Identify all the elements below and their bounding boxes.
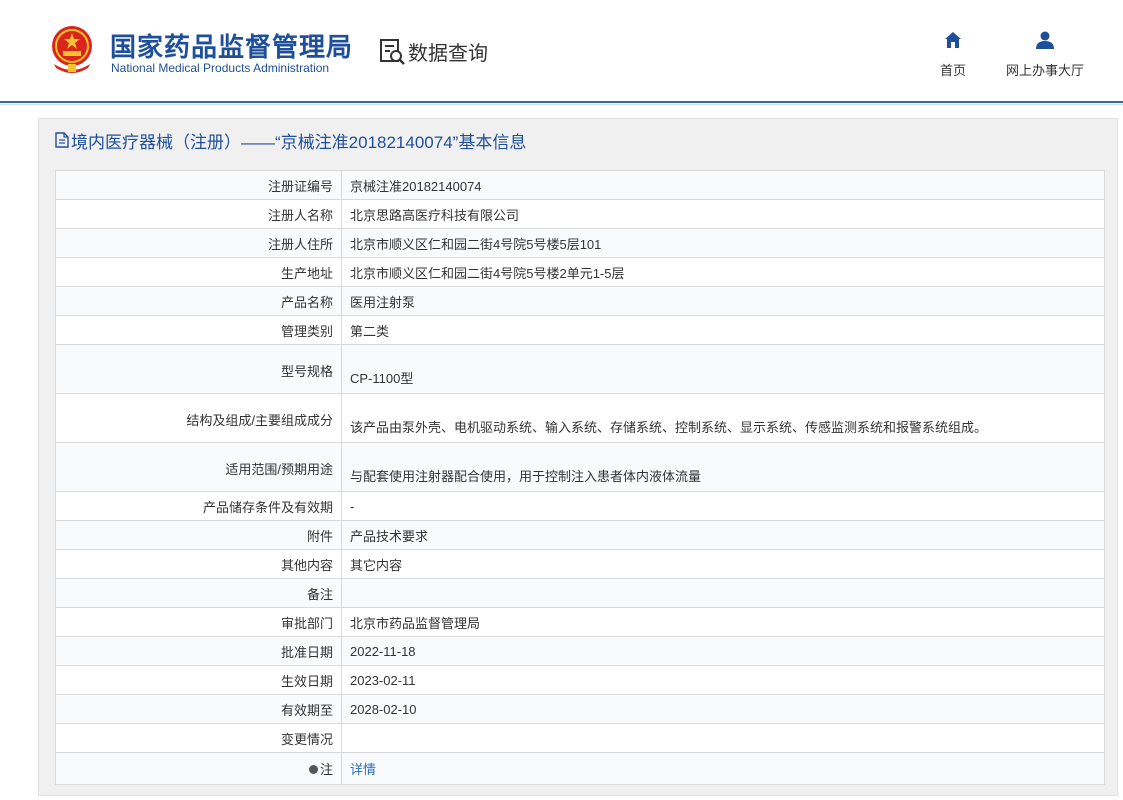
table-row: 生效日期 2023-02-11 xyxy=(55,665,1105,695)
table-row: 管理类别 第二类 xyxy=(55,315,1105,345)
row-key: 生效日期 xyxy=(55,665,342,695)
row-value: 北京思路高医疗科技有限公司 xyxy=(341,199,1105,229)
table-row: 有效期至 2028-02-10 xyxy=(55,694,1105,724)
row-key: 适用范围/预期用途 xyxy=(55,442,342,492)
row-key: 管理类别 xyxy=(55,315,342,345)
row-value: 与配套使用注射器配合使用，用于控制注入患者体内液体流量 xyxy=(341,442,1105,492)
table-row: 其他内容 其它内容 xyxy=(55,549,1105,579)
row-value xyxy=(341,578,1105,608)
row-key: 产品名称 xyxy=(55,286,342,316)
table-row: 注册证编号 京械注准20182140074 xyxy=(55,170,1105,200)
nav-home-label: 首页 xyxy=(939,63,966,78)
table-row: 产品名称 医用注射泵 xyxy=(55,286,1105,316)
row-key: 有效期至 xyxy=(55,694,342,724)
row-value xyxy=(341,723,1105,753)
note-key-cell: 注 xyxy=(55,752,342,785)
row-value: 2022-11-18 xyxy=(341,636,1105,666)
row-value: - xyxy=(341,491,1105,521)
table-row: 备注 xyxy=(55,578,1105,608)
row-key: 产品储存条件及有效期 xyxy=(55,491,342,521)
row-key: 注册人住所 xyxy=(55,228,342,258)
table-row: 适用范围/预期用途 与配套使用注射器配合使用，用于控制注入患者体内液体流量 xyxy=(55,442,1105,492)
header-divider-light xyxy=(0,104,1123,105)
row-value: 京械注准20182140074 xyxy=(341,170,1105,200)
table-row: 生产地址 北京市顺义区仁和园二街4号院5号楼2单元1-5层 xyxy=(55,257,1105,287)
details-link[interactable]: 详情 xyxy=(350,762,376,777)
org-name-cn: 国家药品监督管理局 xyxy=(110,32,354,62)
section-title: 数据查询 xyxy=(408,43,488,65)
row-value: 医用注射泵 xyxy=(341,286,1105,316)
table-row: 结构及组成/主要组成成分 该产品由泵外壳、电机驱动系统、输入系统、存储系统、控制… xyxy=(55,393,1105,443)
row-key: 附件 xyxy=(55,520,342,550)
user-icon xyxy=(1036,31,1054,49)
document-search-icon xyxy=(380,39,405,65)
row-value: 北京市顺义区仁和园二街4号院5号楼2单元1-5层 xyxy=(341,257,1105,287)
bulb-icon xyxy=(308,765,318,774)
table-row: 附件 产品技术要求 xyxy=(55,520,1105,550)
table-row: 注册人住所 北京市顺义区仁和园二街4号院5号楼5层101 xyxy=(55,228,1105,258)
page-title: 境内医疗器械（注册）——“京械注准20182140074”基本信息 xyxy=(55,129,527,152)
table-row: 变更情况 xyxy=(55,723,1105,753)
row-key: 注册人名称 xyxy=(55,199,342,229)
row-key: 型号规格 xyxy=(55,344,342,394)
nav-home[interactable]: 首页 xyxy=(932,30,974,79)
row-value: 2023-02-11 xyxy=(341,665,1105,695)
row-value: 第二类 xyxy=(341,315,1105,345)
row-value: CP-1100型 xyxy=(341,344,1105,394)
document-icon xyxy=(55,132,69,148)
row-key: 备注 xyxy=(55,578,342,608)
detail-panel: 境内医疗器械（注册）——“京械注准20182140074”基本信息 注册证编号 … xyxy=(38,118,1118,796)
header-divider xyxy=(0,101,1123,103)
row-value: 北京市顺义区仁和园二街4号院5号楼5层101 xyxy=(341,228,1105,258)
table-row: 注册人名称 北京思路高医疗科技有限公司 xyxy=(55,199,1105,229)
org-name-en: National Medical Products Administration xyxy=(111,61,330,75)
note-key: 注 xyxy=(319,762,333,777)
info-table: 注册证编号 京械注准20182140074 注册人名称 北京思路高医疗科技有限公… xyxy=(55,170,1105,785)
row-value: 该产品由泵外壳、电机驱动系统、输入系统、存储系统、控制系统、显示系统、传感监测系… xyxy=(341,393,1105,443)
site-header: 国家药品监督管理局 National Medical Products Admi… xyxy=(0,0,1123,102)
row-key: 变更情况 xyxy=(55,723,342,753)
table-row: 审批部门 北京市药品监督管理局 xyxy=(55,607,1105,637)
row-key: 其他内容 xyxy=(55,549,342,579)
row-value: 北京市药品监督管理局 xyxy=(341,607,1105,637)
national-emblem-icon xyxy=(52,26,92,73)
note-value-cell: 详情 xyxy=(341,752,1105,785)
nav-online-hall-label: 网上办事大厅 xyxy=(1005,63,1084,78)
table-row: 批准日期 2022-11-18 xyxy=(55,636,1105,666)
row-key: 注册证编号 xyxy=(55,170,342,200)
row-value: 产品技术要求 xyxy=(341,520,1105,550)
table-row: 注 详情 xyxy=(55,752,1105,785)
row-key: 生产地址 xyxy=(55,257,342,287)
table-row: 产品储存条件及有效期 - xyxy=(55,491,1105,521)
row-value: 其它内容 xyxy=(341,549,1105,579)
page-title-text: 境内医疗器械（注册）——“京械注准20182140074”基本信息 xyxy=(71,132,527,152)
home-icon xyxy=(945,32,961,48)
row-key: 结构及组成/主要组成成分 xyxy=(55,393,342,443)
row-key: 批准日期 xyxy=(55,636,342,666)
row-key: 审批部门 xyxy=(55,607,342,637)
table-row: 型号规格 CP-1100型 xyxy=(55,344,1105,394)
nav-online-hall[interactable]: 网上办事大厅 xyxy=(1000,30,1090,79)
row-value: 2028-02-10 xyxy=(341,694,1105,724)
